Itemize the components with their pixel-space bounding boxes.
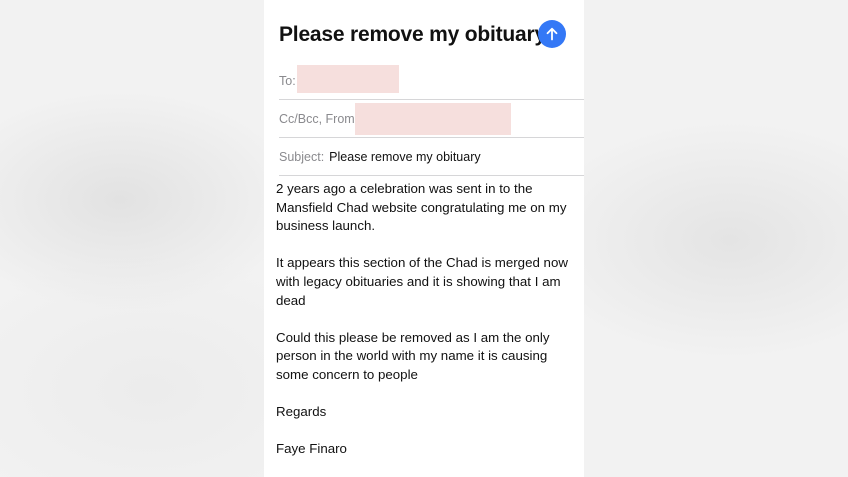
body-paragraph: 2 years ago a celebration was sent in to… <box>276 181 567 234</box>
message-body[interactable]: 2 years ago a celebration was sent in to… <box>276 180 576 477</box>
subject-label: Subject: <box>279 149 325 164</box>
sign-off: Regards <box>276 404 327 420</box>
ccbcc-from-label: Cc/Bcc, From: <box>279 111 359 126</box>
from-redacted-value <box>355 103 511 135</box>
sender-name: Faye Finaro <box>276 441 347 457</box>
to-label: To: <box>279 73 296 88</box>
body-paragraph: Could this please be removed as I am the… <box>276 329 550 382</box>
compose-header: Please remove my obituary <box>279 20 569 50</box>
email-compose-sheet: Please remove my obituary To: Cc/Bcc, Fr… <box>264 0 584 477</box>
email-title: Please remove my obituary <box>279 23 546 46</box>
subject-field[interactable]: Subject: Please remove my obituary <box>279 138 584 175</box>
to-redacted-value <box>297 65 399 93</box>
send-button[interactable] <box>538 20 566 48</box>
divider-subject <box>279 175 584 176</box>
body-paragraph: It appears this section of the Chad is m… <box>276 255 568 308</box>
subject-value: Please remove my obituary <box>329 149 481 164</box>
arrow-up-icon <box>546 27 558 41</box>
